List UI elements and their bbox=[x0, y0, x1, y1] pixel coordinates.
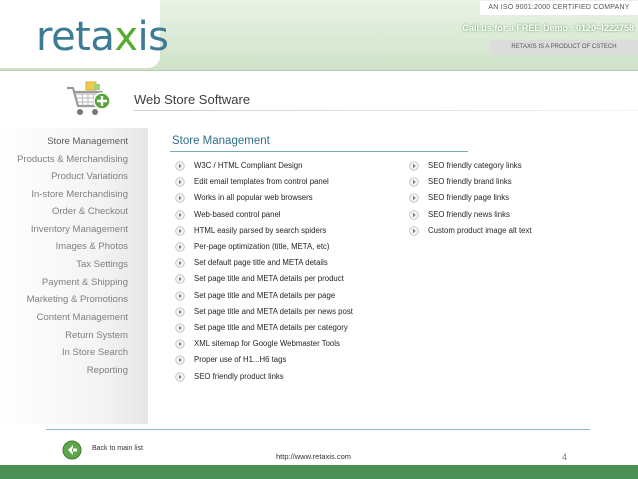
sidebar-item-marketing-promotions[interactable]: Marketing & Promotions bbox=[27, 294, 128, 306]
feature-item: Per-page optimization (title, META, etc) bbox=[175, 242, 330, 252]
feature-text: HTML easily parsed by search spiders bbox=[194, 225, 327, 235]
chevron-right-icon bbox=[175, 339, 185, 349]
feature-item: XML sitemap for Google Webmaster Tools bbox=[175, 339, 340, 349]
feature-text: Works in all popular web browsers bbox=[194, 193, 313, 203]
feature-text: SEO friendly brand links bbox=[428, 177, 512, 187]
feature-text: Set page title and META details per news… bbox=[194, 306, 353, 316]
feature-item: Custom product image alt text bbox=[409, 225, 532, 236]
feature-text: SEO friendly news links bbox=[428, 209, 510, 219]
feature-text: Custom product image alt text bbox=[428, 225, 532, 235]
feature-item: SEO friendly category links bbox=[409, 161, 522, 171]
feature-item: Works in all popular web browsers bbox=[175, 193, 313, 204]
chevron-right-icon bbox=[175, 209, 185, 220]
feature-text: Set page title and META details per page bbox=[194, 290, 336, 300]
heading-divider bbox=[134, 110, 638, 111]
chevron-right-icon bbox=[175, 226, 185, 236]
feature-item: SEO friendly brand links bbox=[409, 177, 512, 187]
chevron-right-icon bbox=[175, 290, 185, 301]
page-title: Web Store Software bbox=[134, 92, 251, 107]
retaxis-logo[interactable]: retaxis bbox=[36, 14, 169, 60]
feature-text: XML sitemap for Google Webmaster Tools bbox=[194, 339, 340, 349]
chevron-right-icon bbox=[175, 355, 185, 366]
feature-text: SEO friendly product links bbox=[194, 371, 284, 381]
feature-text: Set page title and META details per prod… bbox=[194, 274, 344, 284]
feature-item: Web-based control panel bbox=[175, 209, 281, 220]
chevron-right-icon bbox=[409, 226, 419, 236]
iso-certified-label: AN ISO 9001:2000 CERTIFIED COMPANY bbox=[480, 1, 638, 15]
chevron-right-icon bbox=[409, 209, 419, 220]
chevron-right-icon bbox=[409, 193, 419, 204]
product-of-label: RETAXIS IS A PRODUCT OF CSTECH bbox=[490, 40, 638, 54]
sidebar-item-store-management[interactable]: Store Management bbox=[47, 136, 128, 148]
feature-item: HTML easily parsed by search spiders bbox=[175, 225, 327, 236]
chevron-right-icon bbox=[175, 177, 185, 187]
feature-text: Set default page title and META details bbox=[194, 258, 328, 268]
feature-text: SEO friendly page links bbox=[428, 193, 510, 203]
feature-item: SEO friendly news links bbox=[409, 209, 510, 220]
shopping-cart-add-icon bbox=[67, 81, 111, 115]
feature-item: SEO friendly product links bbox=[175, 371, 284, 382]
sidebar-item-content-management[interactable]: Content Management bbox=[37, 312, 128, 324]
feature-item: Set page title and META details per prod… bbox=[175, 274, 344, 285]
chevron-right-icon bbox=[175, 307, 185, 317]
chevron-right-icon bbox=[175, 274, 185, 285]
feature-text: Set page title and META details per cate… bbox=[194, 323, 348, 332]
feature-item: W3C / HTML Compliant Design bbox=[175, 161, 303, 171]
sidebar-item-instore-search[interactable]: In Store Search bbox=[62, 347, 128, 359]
footer-divider bbox=[46, 429, 590, 430]
sidebar-item-images-photos[interactable]: Images & Photos bbox=[56, 241, 128, 253]
feature-text: SEO friendly category links bbox=[428, 161, 522, 170]
logo-text-tail: is bbox=[137, 14, 169, 60]
chevron-right-icon bbox=[409, 161, 419, 171]
feature-item: Set default page title and META details bbox=[175, 258, 328, 268]
website-url[interactable]: http://www.retaxis.com bbox=[276, 452, 351, 461]
feature-text: Web-based control panel bbox=[194, 209, 281, 219]
feature-text: Proper use of H1...H6 tags bbox=[194, 355, 287, 365]
feature-item: Proper use of H1...H6 tags bbox=[175, 355, 287, 366]
section-title: Store Management bbox=[172, 135, 270, 147]
feature-item: Edit email templates from control panel bbox=[175, 177, 329, 187]
logo-text-x: x bbox=[114, 14, 138, 60]
chevron-right-icon bbox=[175, 161, 185, 171]
chevron-right-icon bbox=[175, 242, 185, 252]
logo-container: retaxis bbox=[0, 0, 169, 68]
chevron-right-icon bbox=[175, 193, 185, 204]
feature-text: W3C / HTML Compliant Design bbox=[194, 161, 303, 170]
sidebar-item-product-variations[interactable]: Product Variations bbox=[51, 171, 128, 183]
logo-text-main: reta bbox=[36, 14, 115, 60]
feature-item: Set page title and META details per news… bbox=[175, 306, 353, 317]
section-title-underline bbox=[170, 151, 468, 152]
page-number: 4 bbox=[562, 452, 568, 462]
sidebar-item-order-checkout[interactable]: Order & Checkout bbox=[52, 206, 128, 218]
sidebar-item-products-merchandising[interactable]: Products & Merchandising bbox=[17, 154, 128, 166]
feature-item: SEO friendly page links bbox=[409, 193, 510, 204]
chevron-right-icon bbox=[175, 258, 185, 268]
feature-item: Set page title and META details per cate… bbox=[175, 323, 348, 333]
sidebar-nav: Store Management Products & Merchandisin… bbox=[0, 128, 148, 424]
sidebar-item-tax-settings[interactable]: Tax Settings bbox=[76, 259, 128, 271]
sidebar-item-reporting[interactable]: Reporting bbox=[87, 365, 128, 377]
chevron-right-icon bbox=[409, 177, 419, 187]
chevron-right-icon bbox=[175, 323, 185, 333]
sidebar-item-instore-merchandising[interactable]: In-store Merchandising bbox=[31, 189, 128, 201]
header-banner: retaxis AN ISO 9001:2000 CERTIFIED COMPA… bbox=[0, 0, 638, 71]
arrow-left-icon bbox=[62, 440, 82, 460]
chevron-right-icon bbox=[175, 371, 185, 382]
bottom-bar bbox=[0, 465, 638, 479]
sidebar-item-return-system[interactable]: Return System bbox=[65, 330, 128, 342]
call-demo-text: Call us for a FREE Demo : 0120-4222758 bbox=[462, 23, 634, 33]
sidebar-item-payment-shipping[interactable]: Payment & Shipping bbox=[42, 277, 128, 289]
feature-text: Edit email templates from control panel bbox=[194, 177, 329, 187]
feature-text: Per-page optimization (title, META, etc) bbox=[194, 242, 330, 251]
sidebar-item-inventory-management[interactable]: Inventory Management bbox=[31, 224, 128, 236]
feature-item: Set page title and META details per page bbox=[175, 290, 336, 301]
back-to-main-list-label: Back to main list bbox=[92, 445, 143, 452]
